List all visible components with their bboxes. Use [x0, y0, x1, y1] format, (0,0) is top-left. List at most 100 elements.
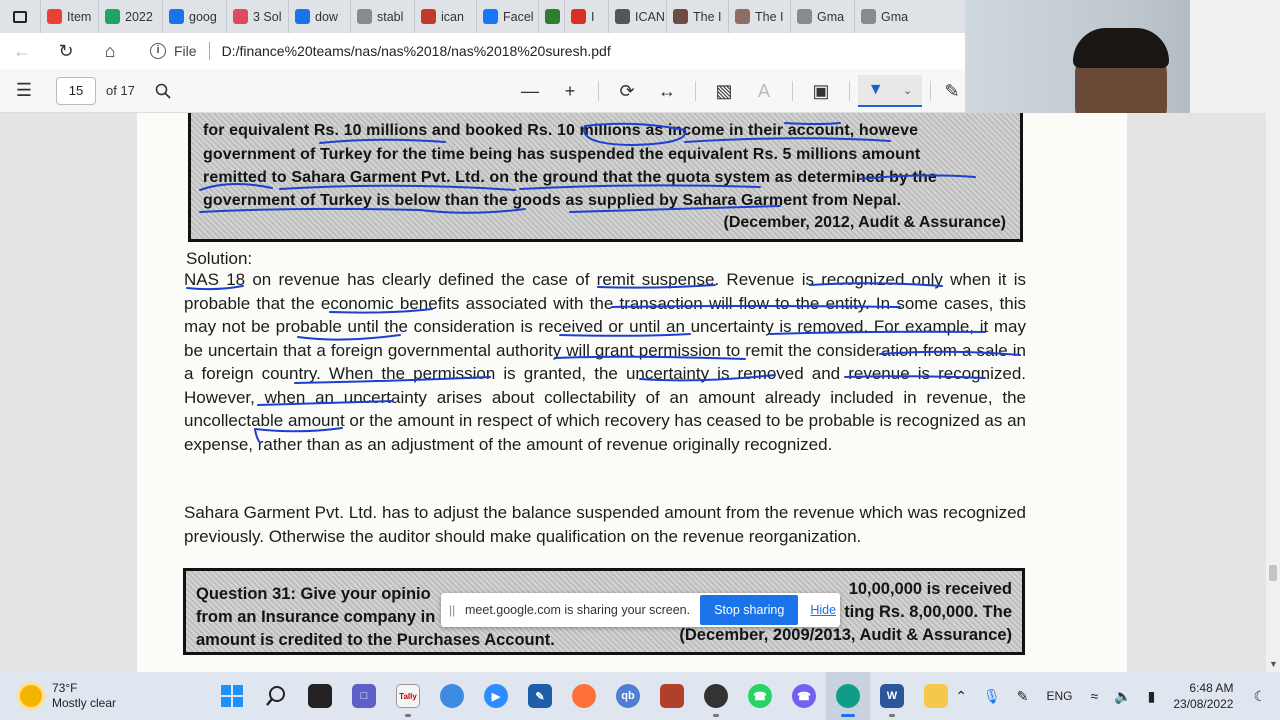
edge-button[interactable] — [826, 672, 870, 720]
fit-page-icon[interactable]: ↔ — [647, 69, 687, 113]
chrome-button[interactable] — [694, 672, 738, 720]
whatsapp-button[interactable]: ☎ — [738, 672, 782, 720]
back-button[interactable]: ← — [0, 33, 44, 69]
tab-label: stabl — [377, 9, 404, 24]
firefox-button[interactable] — [562, 672, 606, 720]
reload-button[interactable]: ↻ — [44, 33, 88, 69]
weather-widget[interactable]: 73°F Mostly clear — [20, 681, 190, 711]
browser-tab[interactable]: The I — [728, 0, 790, 33]
info-icon[interactable]: i — [150, 43, 166, 59]
chevron-up-icon[interactable]: ⌃ — [955, 688, 967, 705]
facebook-icon — [483, 9, 498, 24]
quickbooks-button[interactable]: qb — [606, 672, 650, 720]
snip-icon: ✎ — [528, 684, 552, 708]
scrollbar-thumb[interactable] — [1269, 565, 1277, 581]
stop-sharing-button[interactable]: Stop sharing — [700, 595, 799, 625]
quickbooks-icon: qb — [616, 684, 640, 708]
drag-handle-icon[interactable]: || — [449, 603, 459, 617]
highlight-icon[interactable]: ✎ — [939, 69, 965, 113]
gmail-icon — [47, 9, 62, 24]
browser-tab[interactable]: The I — [666, 0, 728, 33]
browser-tab[interactable]: Gma — [854, 0, 914, 33]
tab-label: Item — [67, 9, 92, 24]
text-icon[interactable]: ▣ — [801, 69, 841, 113]
page-number-input[interactable]: 15 — [56, 76, 96, 105]
edge-icon — [836, 684, 860, 708]
tab-label: Facel — [503, 9, 534, 24]
scroll-down-icon[interactable]: ▼ — [1269, 659, 1278, 669]
zoom-icon: ▶ — [484, 684, 508, 708]
read-aloud-icon[interactable]: A — [744, 69, 784, 113]
solution-heading: Solution: — [186, 249, 253, 268]
start-button[interactable] — [210, 672, 254, 720]
running-indicator — [841, 714, 855, 717]
zoom-out-icon[interactable]: — — [510, 69, 550, 113]
tab-label: goog — [189, 9, 217, 24]
viber-button[interactable]: ☎ — [782, 672, 826, 720]
google-icon — [861, 9, 876, 24]
tally-button[interactable]: Tally — [386, 672, 430, 720]
running-indicator — [713, 714, 719, 717]
language-indicator[interactable]: ENG — [1047, 689, 1073, 703]
pen-icon[interactable]: ✎ — [1017, 688, 1029, 705]
browser-tab[interactable]: goog — [162, 0, 226, 33]
conclusion-paragraph: Sahara Garment Pvt. Ltd. has to adjust t… — [184, 503, 1026, 546]
browser-tab[interactable]: Gma — [790, 0, 854, 33]
rotate-icon[interactable]: ⟳ — [607, 69, 647, 113]
page-view-icon[interactable]: ▧ — [704, 69, 744, 113]
word-icon: W — [880, 684, 904, 708]
browser-tab[interactable]: ican — [414, 0, 476, 33]
divider — [695, 81, 696, 101]
snip-button[interactable]: ✎ — [518, 672, 562, 720]
hide-button[interactable]: Hide — [810, 603, 836, 617]
site-icon — [735, 9, 750, 24]
draw-icon: ▼ — [867, 81, 884, 98]
search-icon[interactable] — [143, 69, 183, 113]
browser-tab[interactable] — [538, 0, 564, 33]
tab-label: The I — [755, 9, 784, 24]
zoom-button[interactable]: ▶ — [474, 672, 518, 720]
globe-icon — [440, 684, 464, 708]
windows-icon — [221, 685, 243, 707]
browser-tab[interactable]: Item — [40, 0, 98, 33]
wifi-icon[interactable]: ≈ — [1091, 688, 1099, 704]
browser-tab[interactable]: dow — [288, 0, 350, 33]
chevron-down-icon[interactable]: ⌄ — [903, 84, 912, 97]
browser-tab[interactable]: 2022 — [98, 0, 162, 33]
browser-tab[interactable]: 3 Sol — [226, 0, 288, 33]
teams-icon: □ — [352, 684, 376, 708]
app-button[interactable] — [650, 672, 694, 720]
volume-icon[interactable]: 🔈 — [1114, 688, 1131, 705]
tab-label: 2022 — [125, 9, 153, 24]
question-line: ting Rs. 8,00,000. The — [844, 603, 1012, 621]
task-view-icon — [308, 684, 332, 708]
zoom-in-icon[interactable]: + — [550, 69, 590, 113]
tab-label: Gma — [881, 9, 909, 24]
google-icon — [357, 9, 372, 24]
word-button[interactable]: W — [870, 672, 914, 720]
contents-icon[interactable]: ☰ — [4, 69, 44, 113]
system-tray: ⌃ 🎙 ✎ ENG ≈ 🔈 ▮ 6:48 AM 23/08/2022 ☾ — [947, 672, 1280, 720]
browser-tab[interactable]: I — [564, 0, 608, 33]
home-button[interactable]: ⌂ — [88, 33, 132, 69]
browser-tab[interactable]: Facel — [476, 0, 538, 33]
network-app-button[interactable] — [430, 672, 474, 720]
task-view-button[interactable] — [298, 672, 342, 720]
divider — [930, 81, 931, 101]
clock[interactable]: 6:48 AM 23/08/2022 — [1173, 680, 1233, 712]
question-line: from an Insurance company in — [196, 608, 436, 626]
browser-tab[interactable]: stabl — [350, 0, 414, 33]
microphone-icon[interactable]: 🎙 — [983, 688, 1001, 705]
browser-tab[interactable]: ICAN — [608, 0, 666, 33]
scrollbar[interactable]: ▼ — [1266, 113, 1280, 672]
question-line: for equivalent Rs. 10 millions and booke… — [203, 122, 919, 139]
draw-button[interactable]: ▼ ⌄ — [858, 75, 922, 107]
taskbar-search-button[interactable] — [254, 672, 298, 720]
tab-actions-button[interactable] — [0, 0, 40, 33]
notifications-icon[interactable]: ☾ — [1253, 688, 1266, 705]
file-label: File — [174, 43, 197, 59]
url-field[interactable]: D:/finance%20teams/nas/nas%2018/nas%2018… — [222, 43, 611, 59]
pdf-viewport[interactable]: for equivalent Rs. 10 millions and booke… — [0, 113, 1266, 672]
teams-button[interactable]: □ — [342, 672, 386, 720]
battery-icon[interactable]: ▮ — [1148, 688, 1156, 705]
